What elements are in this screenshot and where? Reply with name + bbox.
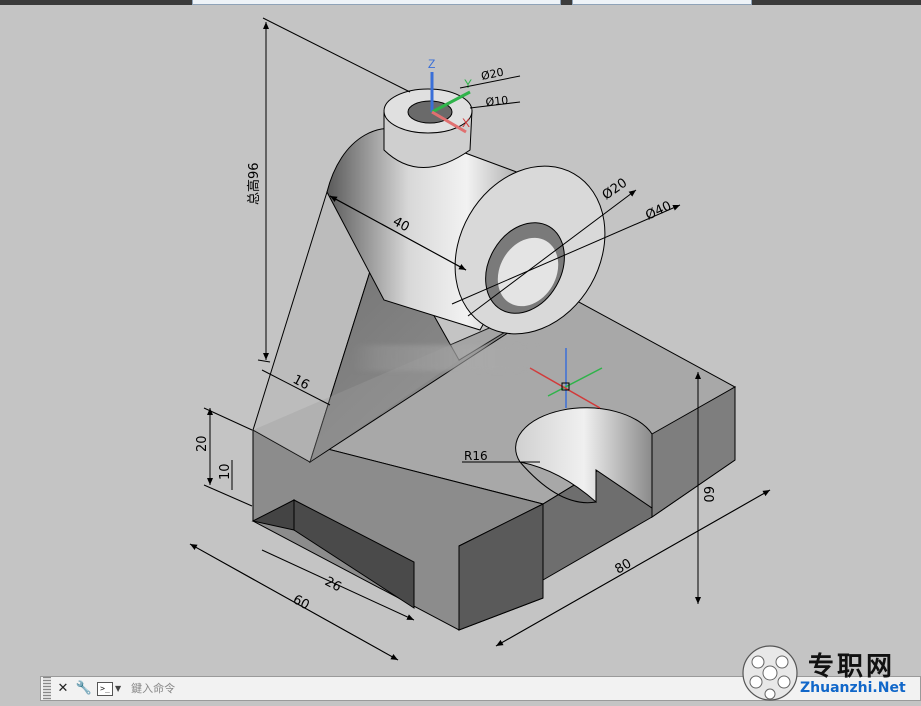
ucs-x-label: X xyxy=(462,116,470,130)
dim-base-length: 80 xyxy=(613,556,635,577)
chevron-down-icon[interactable]: ▼ xyxy=(115,684,121,693)
dim-base-height: 20 xyxy=(195,435,210,452)
wrench-icon[interactable]: 🔧 xyxy=(75,680,93,698)
dim-boss-inner: Ø10 xyxy=(485,94,509,109)
dim-total-height: 总高96 xyxy=(246,162,262,205)
blurred-overlay xyxy=(352,345,547,371)
dim-base-width-inner: 26 xyxy=(322,574,344,595)
watermark: 专职网 Zhuanzhi.Net xyxy=(740,640,921,706)
dim-base-depth: 60 xyxy=(700,486,715,503)
watermark-chinese: 专职网 xyxy=(808,652,896,682)
command-prompt-button[interactable]: >_ ▼ xyxy=(97,681,121,696)
command-prompt-icon: >_ xyxy=(97,681,113,696)
ucs-y-label: Y xyxy=(464,77,472,91)
dim-slot-radius: R16 xyxy=(464,449,488,463)
model-viewport[interactable]: Z Y X 总高96 Ø20 Ø10 40 Ø20 Ø40 16 20 10 R… xyxy=(0,5,921,676)
cad-application: Z Y X 总高96 Ø20 Ø10 40 Ø20 Ø40 16 20 10 R… xyxy=(0,0,921,706)
ucs-z-label: Z xyxy=(428,57,435,71)
drag-grip-icon[interactable] xyxy=(43,677,51,700)
soccer-ball-logo-icon xyxy=(742,645,798,701)
dim-bore-dia: Ø20 xyxy=(600,176,631,204)
dim-cylinder-dia: Ø40 xyxy=(643,199,674,224)
dim-boss-outer: Ø20 xyxy=(480,66,505,83)
watermark-english: Zhuanzhi.Net xyxy=(800,680,906,696)
close-icon[interactable]: ✕ xyxy=(54,680,72,698)
command-input[interactable] xyxy=(129,681,694,696)
dim-base-foot: 10 xyxy=(218,463,233,480)
